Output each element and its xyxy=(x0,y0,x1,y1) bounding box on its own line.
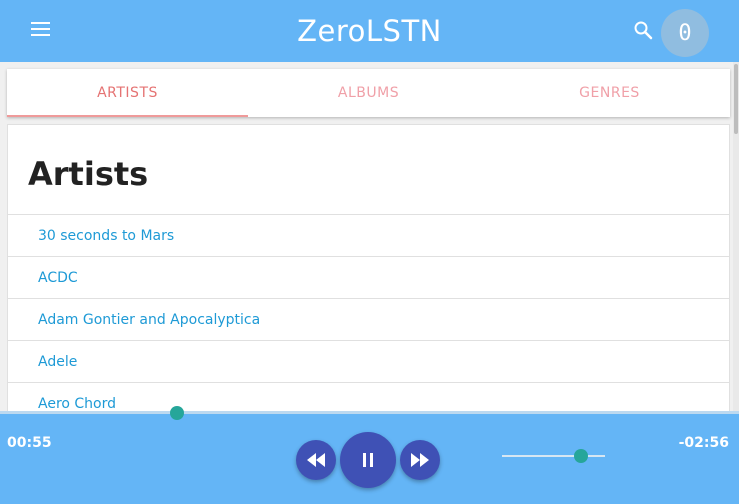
volume-slider-knob[interactable] xyxy=(574,449,589,463)
volume-slider-track[interactable] xyxy=(502,455,605,457)
app-header: ZeroLSTN 0 xyxy=(0,0,739,62)
search-icon[interactable] xyxy=(633,20,653,40)
artist-list: 30 seconds to Mars ACDC Adam Gontier and… xyxy=(8,214,729,424)
player-bar: 00:55 -02:56 xyxy=(0,406,739,504)
notification-badge[interactable]: 0 xyxy=(661,9,709,57)
tab-bar: ARTISTS ALBUMS GENRES xyxy=(7,69,730,117)
artist-list-item[interactable]: ACDC xyxy=(8,256,729,298)
tab-albums[interactable]: ALBUMS xyxy=(248,69,489,117)
artists-card: Artists 30 seconds to Mars ACDC Adam Gon… xyxy=(7,124,730,424)
tab-genres[interactable]: GENRES xyxy=(489,69,730,117)
pause-button[interactable] xyxy=(340,432,396,488)
artist-list-item[interactable]: 30 seconds to Mars xyxy=(8,214,729,256)
page-title: Artists xyxy=(28,155,149,193)
pause-icon xyxy=(363,453,373,467)
scrollbar[interactable] xyxy=(733,62,739,412)
progress-knob[interactable] xyxy=(170,406,185,420)
time-elapsed: 00:55 xyxy=(7,435,52,451)
scrollbar-thumb[interactable] xyxy=(734,64,738,134)
menu-icon[interactable] xyxy=(31,22,50,38)
time-remaining: -02:56 xyxy=(678,435,729,451)
artist-list-item[interactable]: Adam Gontier and Apocalyptica xyxy=(8,298,729,340)
artist-list-item[interactable]: Adele xyxy=(8,340,729,382)
rewind-button[interactable] xyxy=(296,440,336,480)
fast-forward-icon xyxy=(411,453,429,467)
fast-forward-button[interactable] xyxy=(400,440,440,480)
rewind-icon xyxy=(307,453,325,467)
progress-track[interactable] xyxy=(0,411,739,414)
tab-artists[interactable]: ARTISTS xyxy=(7,69,248,117)
app-title: ZeroLSTN xyxy=(297,14,442,48)
